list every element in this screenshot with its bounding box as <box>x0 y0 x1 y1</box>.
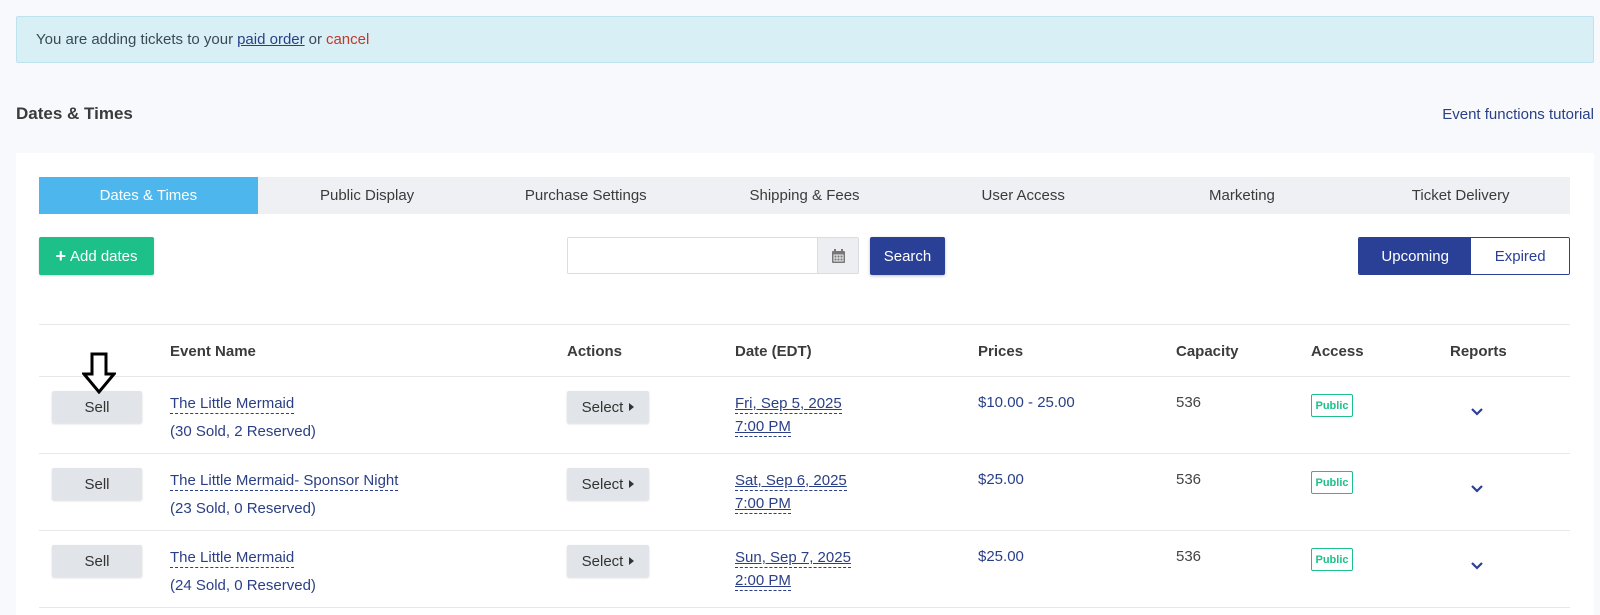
header-actions: Actions <box>567 343 623 360</box>
capacity-value: 536 <box>1176 471 1202 488</box>
paid-order-link[interactable]: paid order <box>237 31 305 48</box>
table-header: Event Name Actions Date (EDT) Prices Cap… <box>39 324 1570 377</box>
header-reports: Reports <box>1450 343 1507 360</box>
header-capacity: Capacity <box>1176 343 1239 360</box>
caret-right-icon <box>629 403 635 411</box>
capacity-value: 536 <box>1176 394 1202 411</box>
search-input[interactable] <box>568 238 817 273</box>
select-actions-button[interactable]: Select <box>567 468 649 500</box>
sell-button[interactable]: Sell <box>52 545 142 577</box>
access-badge: Public <box>1311 394 1353 417</box>
caret-right-icon <box>629 480 635 488</box>
event-name-link[interactable]: The Little Mermaid <box>170 548 295 568</box>
chevron-down-icon[interactable] <box>1470 484 1484 494</box>
event-name-link[interactable]: The Little Mermaid <box>170 394 295 414</box>
event-date-link[interactable]: Fri, Sep 5, 2025 <box>735 394 842 414</box>
event-name-link[interactable]: The Little Mermaid- Sponsor Night <box>170 471 399 491</box>
chevron-down-icon[interactable] <box>1470 561 1484 571</box>
tab-marketing[interactable]: Marketing <box>1133 177 1352 214</box>
tab-public-display[interactable]: Public Display <box>258 177 477 214</box>
header-event-name: Event Name <box>170 343 256 360</box>
plus-icon: + <box>55 246 66 266</box>
header-prices: Prices <box>978 343 1024 360</box>
cancel-link[interactable]: cancel <box>326 31 369 48</box>
event-sold-summary: (30 Sold, 2 Reserved) <box>170 423 316 440</box>
price-range: $10.00 - 25.00 <box>978 394 1075 411</box>
tab-bar: Dates & Times Public Display Purchase Se… <box>39 177 1570 214</box>
access-badge: Public <box>1311 471 1353 494</box>
add-dates-button[interactable]: + Add dates <box>39 237 154 275</box>
dates-panel: Dates & Times Public Display Purchase Se… <box>16 153 1594 615</box>
select-label: Select <box>581 398 624 416</box>
sell-button[interactable]: Sell <box>52 468 142 500</box>
caret-right-icon <box>629 557 635 565</box>
page-title: Dates & Times <box>16 104 133 123</box>
access-badge: Public <box>1311 548 1353 571</box>
events-table: Event Name Actions Date (EDT) Prices Cap… <box>39 324 1570 608</box>
event-sold-summary: (23 Sold, 0 Reserved) <box>170 500 316 517</box>
chevron-down-icon[interactable] <box>1470 407 1484 417</box>
tab-user-access[interactable]: User Access <box>914 177 1133 214</box>
price-range: $25.00 <box>978 548 1024 565</box>
header-access: Access <box>1311 343 1364 360</box>
notice-middle-text: or <box>308 31 322 48</box>
expired-option[interactable]: Expired <box>1471 238 1569 274</box>
calendar-icon <box>831 248 845 263</box>
upcoming-option[interactable]: Upcoming <box>1359 238 1472 274</box>
capacity-value: 536 <box>1176 548 1202 565</box>
event-sold-summary: (24 Sold, 0 Reserved) <box>170 577 316 594</box>
date-search-group <box>567 237 859 274</box>
sell-button[interactable]: Sell <box>52 391 142 423</box>
search-button[interactable]: Search <box>870 237 945 275</box>
select-actions-button[interactable]: Select <box>567 391 649 423</box>
event-functions-tutorial-link[interactable]: Event functions tutorial <box>1442 106 1594 123</box>
event-time-link[interactable]: 7:00 PM <box>735 494 791 514</box>
event-date-link[interactable]: Sat, Sep 6, 2025 <box>735 471 847 491</box>
price-range: $25.00 <box>978 471 1024 488</box>
event-time-link[interactable]: 2:00 PM <box>735 571 791 591</box>
add-dates-label: Add dates <box>69 247 138 265</box>
table-row: Sell The Little Mermaid- Sponsor Night (… <box>39 454 1570 531</box>
select-label: Select <box>581 475 624 493</box>
table-row: Sell The Little Mermaid (30 Sold, 2 Rese… <box>39 377 1570 454</box>
select-label: Select <box>581 552 624 570</box>
upcoming-expired-toggle: Upcoming Expired <box>1358 237 1570 275</box>
notice-text: You are adding tickets to your <box>36 31 234 48</box>
tab-ticket-delivery[interactable]: Ticket Delivery <box>1351 177 1570 214</box>
select-actions-button[interactable]: Select <box>567 545 649 577</box>
tab-purchase-settings[interactable]: Purchase Settings <box>476 177 695 214</box>
header-date: Date (EDT) <box>735 343 812 360</box>
notice-banner: You are adding tickets to your paid orde… <box>16 16 1594 63</box>
event-time-link[interactable]: 7:00 PM <box>735 417 791 437</box>
tab-dates-times[interactable]: Dates & Times <box>39 177 258 214</box>
event-date-link[interactable]: Sun, Sep 7, 2025 <box>735 548 851 568</box>
table-row: Sell The Little Mermaid (24 Sold, 0 Rese… <box>39 531 1570 608</box>
calendar-button[interactable] <box>817 238 858 273</box>
tab-shipping-fees[interactable]: Shipping & Fees <box>695 177 914 214</box>
arrow-down-icon <box>82 352 116 394</box>
